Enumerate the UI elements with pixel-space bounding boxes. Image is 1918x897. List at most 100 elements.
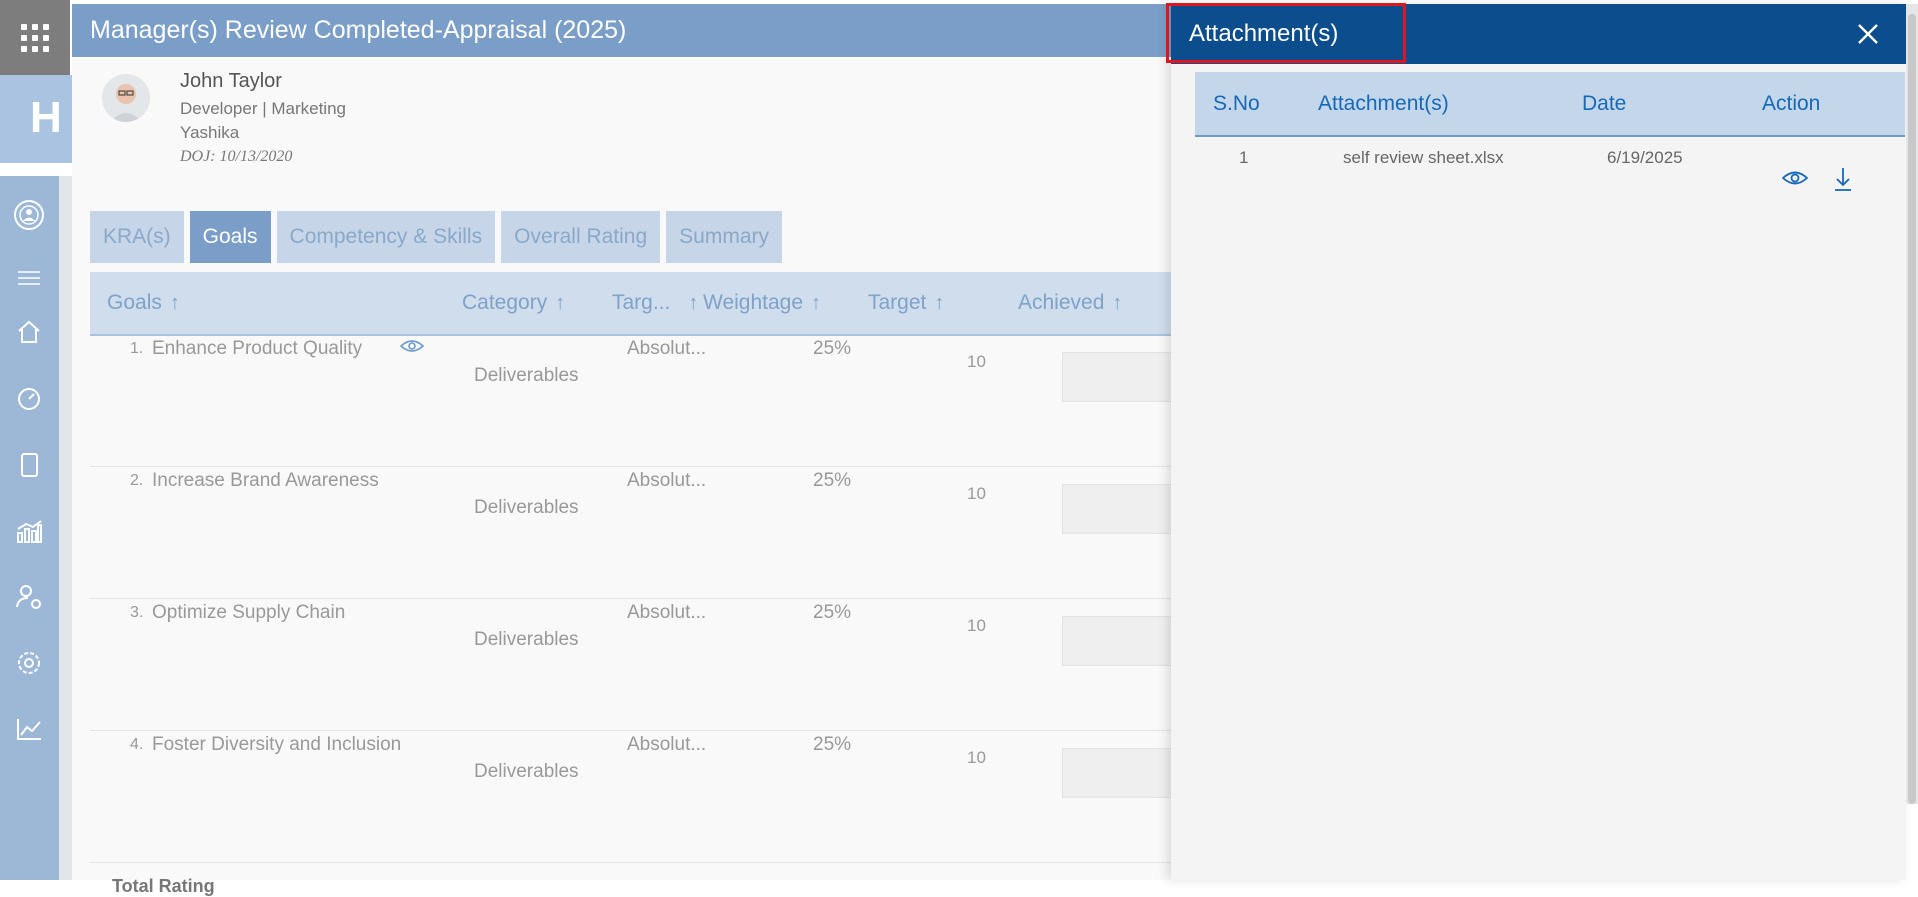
- goal-name: Foster Diversity and Inclusion: [152, 734, 402, 755]
- goal-category: Deliverables: [474, 497, 579, 518]
- column-label: Category: [462, 291, 548, 314]
- table-row: 2. Increase Brand Awareness Deliverables…: [90, 466, 1174, 599]
- column-header-date: Date: [1582, 92, 1627, 115]
- analytics-icon[interactable]: [12, 514, 46, 548]
- achieved-input[interactable]: [1062, 616, 1174, 666]
- goal-category: Deliverables: [474, 365, 579, 386]
- table-row: 3. Optimize Supply Chain Deliverables Ab…: [90, 598, 1174, 731]
- goal-weightage: 25%: [813, 602, 852, 623]
- view-goal-eye-icon[interactable]: [399, 338, 425, 359]
- column-header-attachment: Attachment(s): [1318, 92, 1449, 115]
- goal-name: Increase Brand Awareness: [152, 470, 379, 491]
- goal-target-type: Absolut...: [627, 734, 707, 755]
- review-tabs: KRA(s) Goals Competency & Skills Overall…: [90, 211, 788, 263]
- download-attachment-button[interactable]: [1833, 166, 1853, 197]
- goal-name: Optimize Supply Chain: [152, 602, 346, 623]
- achieved-input[interactable]: [1062, 352, 1174, 402]
- goal-target-type: Absolut...: [627, 470, 707, 491]
- column-header-weightage[interactable]: Weightage ↑: [703, 272, 821, 334]
- achieved-input[interactable]: [1062, 748, 1174, 798]
- row-index: 3.: [130, 604, 144, 621]
- background-app-header: H: [0, 75, 72, 163]
- column-header-achieved[interactable]: Achieved ↑: [1018, 272, 1122, 334]
- column-header-target[interactable]: Target ↑: [868, 272, 944, 334]
- review-panel-title: Manager(s) Review Completed-Appraisal (2…: [90, 16, 627, 44]
- waffle-icon: [21, 23, 49, 52]
- attachment-date: 6/19/2025: [1607, 148, 1683, 167]
- goal-target-type: Absolut...: [627, 338, 707, 359]
- row-index: 1.: [130, 340, 144, 357]
- employee-role: Developer | Marketing: [180, 99, 346, 118]
- menu-icon[interactable]: [12, 261, 46, 295]
- vertical-scrollbar[interactable]: [1906, 4, 1918, 804]
- tab-kras[interactable]: KRA(s): [90, 211, 184, 263]
- dashboard-gauge-icon[interactable]: [12, 382, 46, 416]
- column-label: Target: [868, 291, 927, 314]
- goal-category: Deliverables: [474, 629, 579, 650]
- employee-manager: Yashika: [180, 123, 240, 142]
- goals-table-header: Goals ↑ Category ↑ Targ... ↑ Weightage ↑ Tar…: [90, 272, 1172, 336]
- sort-arrow-icon: ↑: [688, 291, 699, 314]
- tab-goals[interactable]: Goals: [189, 211, 271, 263]
- sort-arrow-icon: ↑: [169, 291, 180, 314]
- goal-target: 10: [967, 748, 986, 767]
- table-row: 4. Foster Diversity and Inclusion Delive…: [90, 730, 1174, 863]
- attachments-table-header: S.No Attachment(s) Date Action: [1195, 72, 1905, 137]
- scrollbar-thumb[interactable]: [1908, 14, 1916, 804]
- column-header-sno: S.No: [1213, 92, 1260, 115]
- tab-summary[interactable]: Summary: [666, 211, 783, 263]
- goal-category: Deliverables: [474, 761, 579, 782]
- goal-weightage: 25%: [813, 734, 852, 755]
- attachments-panel: Attachment(s) S.No Attachment(s) Date Ac…: [1166, 3, 1906, 880]
- sort-arrow-icon: ↑: [811, 291, 822, 314]
- employee-doj: DOJ: 10/13/2020: [180, 148, 293, 165]
- review-panel-header: Manager(s) Review Completed-Appraisal (2…: [72, 4, 1172, 57]
- column-header-target-type[interactable]: Targ... ↑: [612, 272, 698, 334]
- goal-target: 10: [967, 352, 986, 371]
- trend-chart-icon[interactable]: [12, 712, 46, 746]
- attachments-panel-header: Attachment(s): [1166, 3, 1906, 64]
- attachment-name: self review sheet.xlsx: [1343, 148, 1504, 167]
- column-header-category[interactable]: Category ↑: [462, 272, 565, 334]
- goal-target: 10: [967, 616, 986, 635]
- view-attachment-button[interactable]: [1781, 169, 1809, 192]
- row-index: 4.: [130, 736, 144, 753]
- column-label: Weightage: [703, 291, 804, 314]
- column-label: Achieved: [1018, 291, 1105, 314]
- profile-nav-icon[interactable]: [12, 198, 46, 232]
- tab-overall-rating[interactable]: Overall Rating: [501, 211, 661, 263]
- sort-arrow-icon: ↑: [934, 291, 945, 314]
- app-launcher-button[interactable]: [0, 0, 70, 75]
- goal-weightage: 25%: [813, 338, 852, 359]
- attachment-sno: 1: [1239, 148, 1249, 167]
- sort-arrow-icon: ↑: [1112, 291, 1123, 314]
- goal-target-type: Absolut...: [627, 602, 707, 623]
- tab-competency-skills[interactable]: Competency & Skills: [276, 211, 496, 263]
- background-app-logo-text: H: [30, 93, 62, 142]
- goal-target: 10: [967, 484, 986, 503]
- settings-gear-icon[interactable]: [12, 646, 46, 680]
- employee-name: John Taylor: [180, 70, 282, 92]
- column-header-goals[interactable]: Goals ↑: [107, 272, 180, 334]
- download-icon: [1835, 168, 1851, 191]
- close-button[interactable]: [1854, 20, 1882, 48]
- goal-weightage: 25%: [813, 470, 852, 491]
- title-highlight-box: [1166, 3, 1406, 63]
- column-header-action: Action: [1762, 92, 1821, 115]
- table-row: 1. Enhance Product Quality Deliverables …: [90, 334, 1174, 467]
- sort-arrow-icon: ↑: [555, 291, 566, 314]
- side-navigation: [0, 176, 59, 880]
- goal-name: Enhance Product Quality: [152, 338, 363, 359]
- home-icon[interactable]: [12, 315, 46, 349]
- column-label: Targ...: [612, 291, 671, 314]
- avatar: [102, 74, 150, 122]
- document-icon[interactable]: [12, 448, 46, 482]
- column-label: Goals: [107, 291, 162, 314]
- close-icon: [1858, 24, 1878, 44]
- total-rating-label: Total Rating: [112, 876, 215, 896]
- attachment-row: 1 self review sheet.xlsx 6/19/2025: [1195, 136, 1905, 206]
- user-settings-icon[interactable]: [12, 580, 46, 614]
- rail-separator: [59, 176, 72, 880]
- review-panel: Manager(s) Review Completed-Appraisal (2…: [72, 4, 1174, 896]
- achieved-input[interactable]: [1062, 484, 1174, 534]
